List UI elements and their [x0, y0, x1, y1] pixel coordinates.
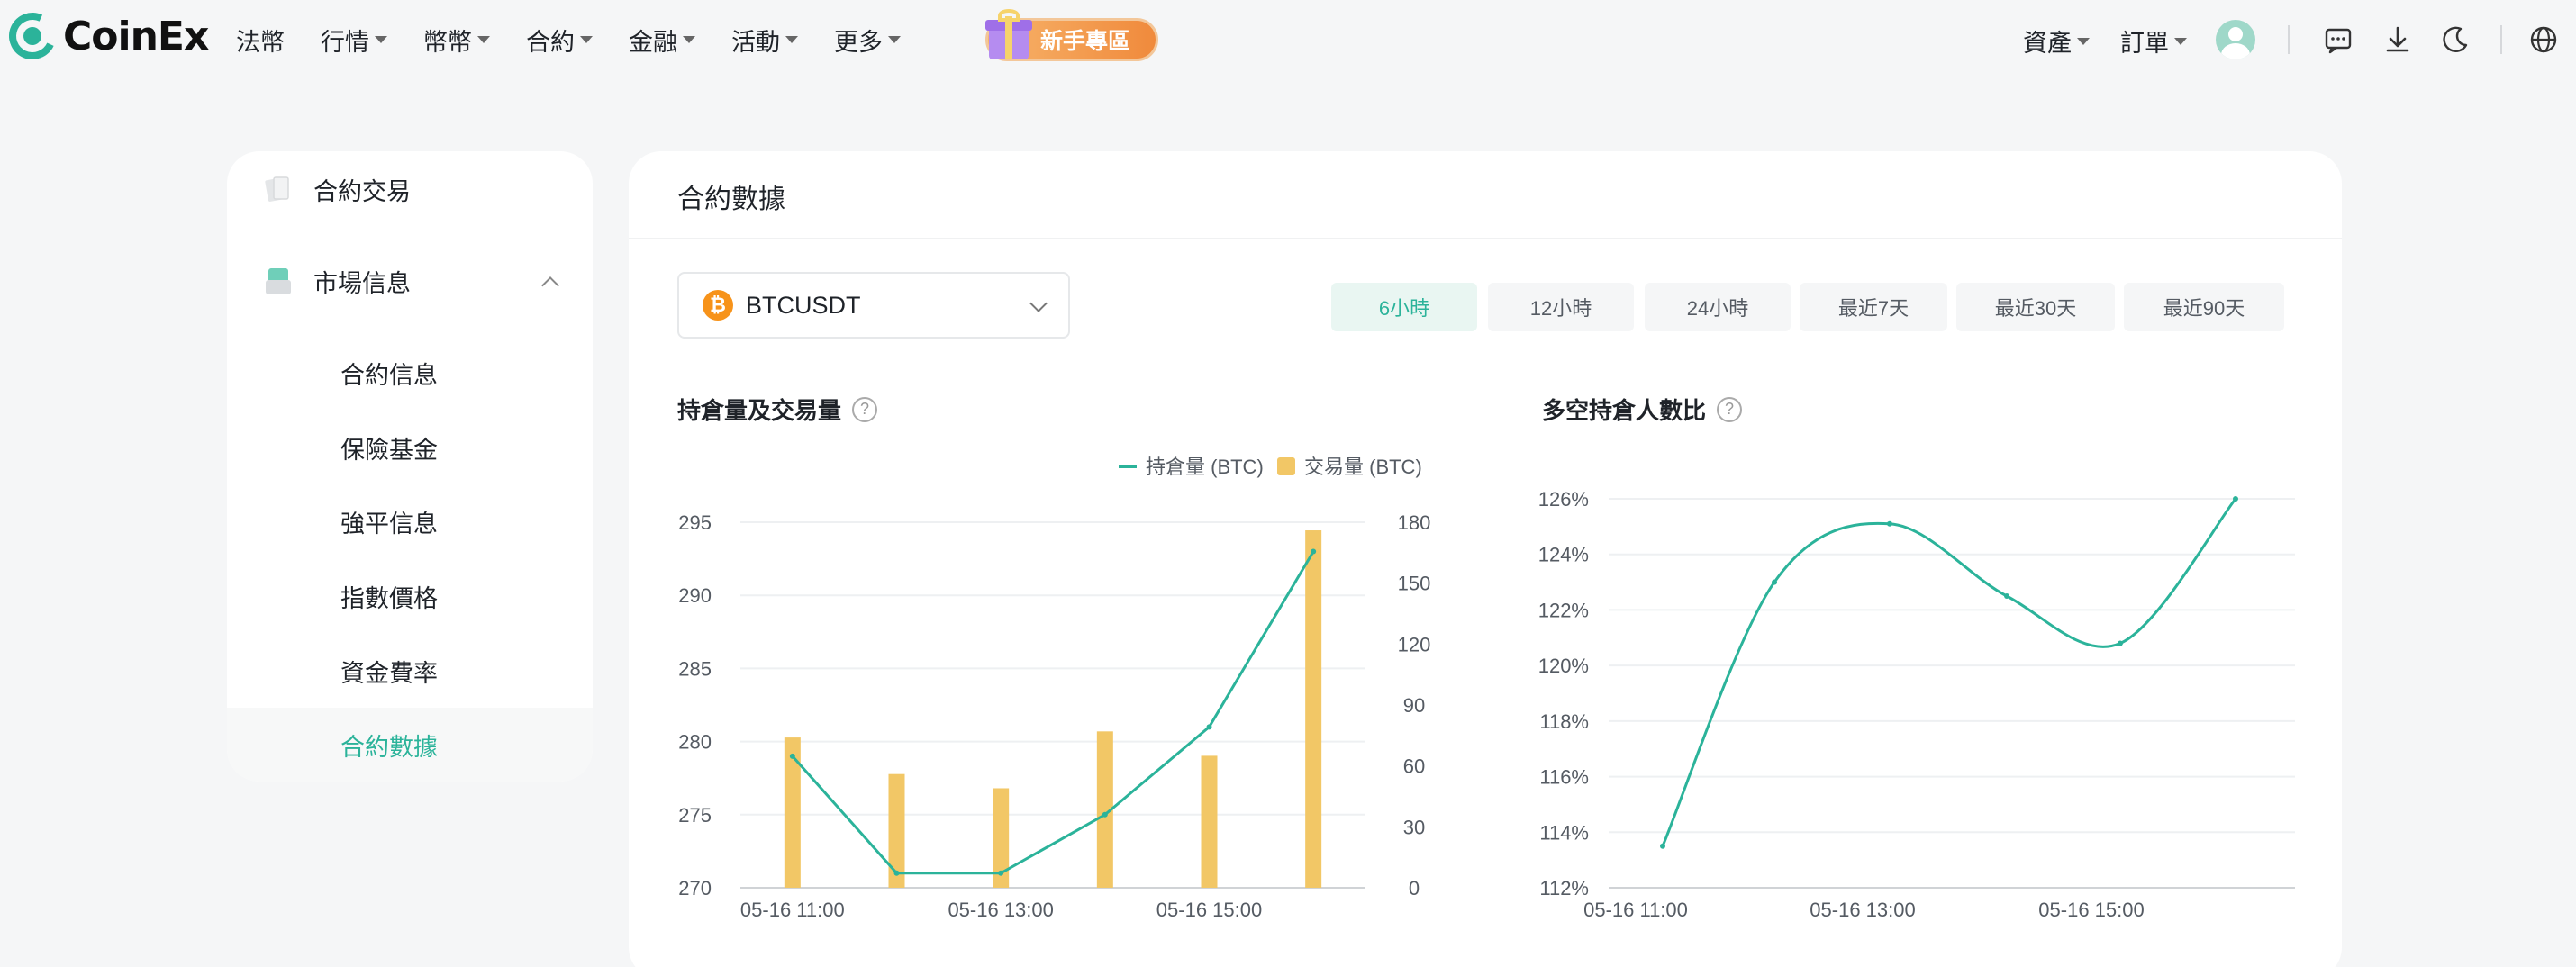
nav-item-more[interactable]: 更多	[834, 23, 901, 58]
nav-label: 金融	[629, 28, 677, 56]
caret-down-icon	[785, 36, 798, 43]
sidebar-section-label: 市場信息	[313, 269, 411, 297]
cards-icon	[265, 176, 289, 202]
y-axis-tick-label: 124%	[1538, 544, 1589, 566]
coinex-logo[interactable]: CoinEx	[2, 5, 209, 67]
sidebar-item-contract-data[interactable]: 合約數據	[227, 708, 593, 782]
nav-divider	[2288, 25, 2290, 54]
coinex-logo-icon	[2, 5, 63, 67]
long-short-ratio-point	[2233, 496, 2238, 502]
caret-down-icon	[888, 36, 901, 43]
x-axis-tick-label: 05-16 11:00	[1583, 899, 1688, 921]
sidebar-section-market-info[interactable]: 市場信息	[227, 254, 593, 308]
message-icon[interactable]	[2322, 23, 2354, 56]
long-short-ratio-point	[1772, 579, 1777, 585]
nav-item-spot[interactable]: 幣幣	[423, 23, 490, 58]
globe-icon[interactable]	[2527, 23, 2560, 56]
nav-label: 法幣	[236, 28, 285, 56]
nav-label: 幣幣	[423, 28, 472, 56]
top-navbar: CoinEx 法幣 行情 幣幣 合約 金融 活動 更多 新手專區 資產 訂單	[0, 0, 2576, 79]
nav-divider	[2500, 25, 2502, 54]
dark-mode-icon[interactable]	[2439, 23, 2472, 56]
newbie-zone-label: 新手專區	[1039, 29, 1130, 54]
caret-down-icon	[477, 36, 490, 43]
sidebar-item-label: 指數價格	[340, 584, 438, 612]
sidebar-item-label: 保險基金	[340, 436, 438, 464]
download-icon[interactable]	[2381, 23, 2414, 56]
assets-menu[interactable]: 資產	[2023, 23, 2090, 59]
long-short-ratio-line	[1661, 498, 2237, 847]
sidebar-item-label: 資金費率	[340, 659, 438, 687]
sidebar-item-contract-info[interactable]: 合約信息	[227, 336, 593, 410]
y-axis-tick-label: 120%	[1538, 655, 1589, 677]
long-short-ratio-point	[2004, 593, 2009, 599]
sidebar-item-index-price[interactable]: 指數價格	[227, 559, 593, 633]
caret-down-icon	[683, 36, 695, 43]
sidebar-section-futures-trading[interactable]: 合約交易	[227, 162, 593, 216]
nav-label: 合約	[526, 28, 575, 56]
x-axis-tick-label: 05-16 15:00	[2038, 899, 2144, 921]
y-axis-tick-label: 112%	[1539, 877, 1589, 899]
long-short-ratio-point	[2118, 640, 2123, 646]
orders-menu[interactable]: 訂單	[2120, 23, 2187, 59]
user-avatar[interactable]	[2216, 20, 2255, 59]
nav-label: 行情	[321, 28, 369, 56]
nav-item-finance[interactable]: 金融	[629, 23, 695, 58]
brand-name: CoinEx	[63, 13, 209, 59]
nav-label: 活動	[731, 28, 780, 56]
orders-label: 訂單	[2120, 30, 2169, 57]
nav-item-markets[interactable]: 行情	[321, 23, 387, 58]
x-axis-tick-label: 05-16 13:00	[1810, 899, 1915, 921]
chevron-up-icon[interactable]	[541, 276, 559, 294]
caret-down-icon	[580, 36, 593, 43]
sidebar: 合約交易 市場信息 合約信息 保險基金 強平信息 指數價格 資金費率 合約數據	[227, 151, 593, 782]
y-axis-tick-label: 116%	[1539, 766, 1589, 789]
sidebar-section-label: 合約交易	[313, 177, 411, 205]
caret-down-icon	[375, 36, 387, 43]
nav-label: 更多	[834, 28, 883, 56]
sidebar-item-funding-rate[interactable]: 資金費率	[227, 634, 593, 708]
sidebar-item-label: 強平信息	[340, 510, 438, 538]
market-icon	[266, 268, 291, 294]
nav-item-fiat[interactable]: 法幣	[236, 23, 285, 58]
y-axis-tick-label: 126%	[1538, 488, 1589, 511]
sidebar-item-label: 合約數據	[340, 733, 438, 761]
sidebar-item-insurance-fund[interactable]: 保險基金	[227, 411, 593, 484]
gift-icon	[985, 7, 1036, 61]
main-nav: 法幣 行情 幣幣 合約 金融 活動 更多	[236, 0, 937, 79]
sidebar-item-liquidation-info[interactable]: 強平信息	[227, 484, 593, 558]
y-axis-tick-label: 118%	[1539, 710, 1589, 733]
long-short-ratio-chart: 112% 114% 116% 118% 120% 122% 124% 126% 05-16 11…	[1538, 488, 2295, 921]
assets-label: 資產	[2023, 30, 2072, 57]
nav-item-futures[interactable]: 合約	[526, 23, 593, 58]
nav-item-activities[interactable]: 活動	[731, 23, 798, 58]
sidebar-item-label: 合約信息	[340, 361, 438, 389]
caret-down-icon	[2077, 37, 2090, 45]
y-axis-tick-label: 114%	[1539, 821, 1589, 844]
y-axis-tick-label: 122%	[1538, 599, 1589, 621]
long-short-ratio-point	[1887, 520, 1892, 527]
main-card: 合約數據 ₿ BTCUSDT 6小時 12小時 24小時 最近7天 最近30天 …	[629, 151, 2342, 967]
caret-down-icon	[2174, 37, 2187, 45]
long-short-ratio-point	[1660, 843, 1665, 849]
